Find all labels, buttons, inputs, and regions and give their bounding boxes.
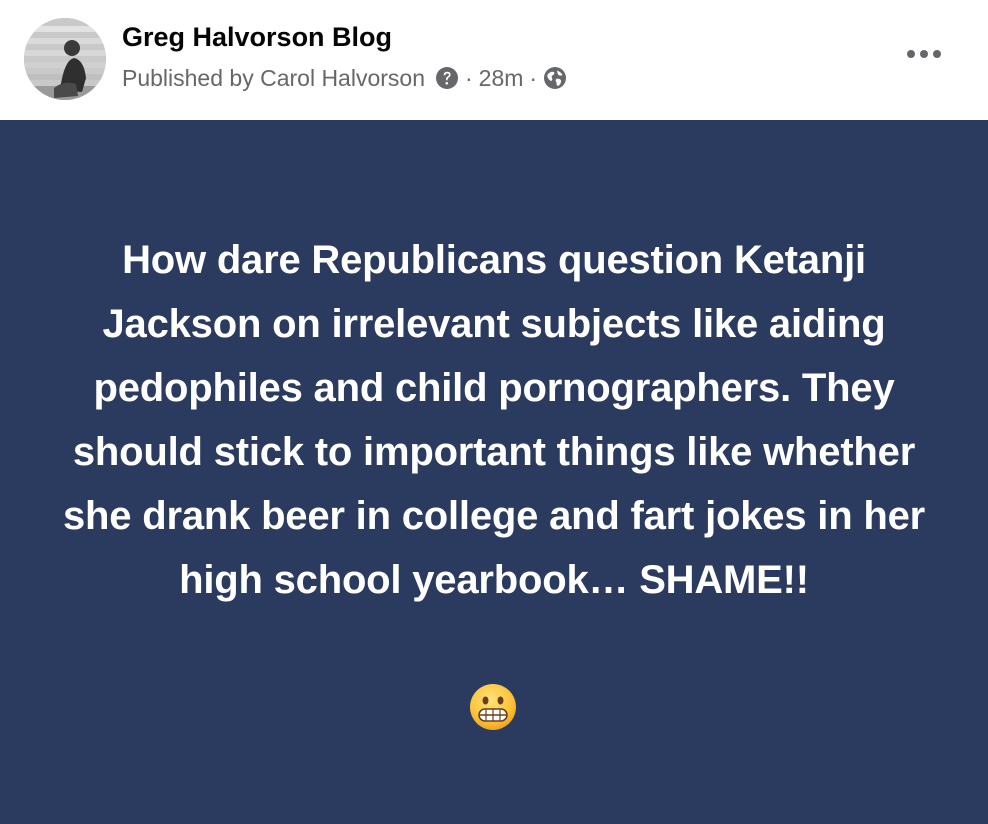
more-options-button[interactable]: [898, 36, 950, 72]
post-meta: Published by Carol Halvorson · 28m ·: [122, 62, 567, 94]
post-header: Greg Halvorson Blog Published by Carol H…: [0, 0, 988, 120]
more-horizontal-icon: [920, 50, 928, 58]
post-text-card: How dare Republicans question Ketanji Ja…: [0, 120, 988, 824]
timestamp[interactable]: 28m: [479, 65, 524, 92]
meta-separator: ·: [529, 64, 538, 91]
more-horizontal-icon: [933, 50, 941, 58]
facebook-post: Greg Halvorson Blog Published by Carol H…: [0, 0, 988, 824]
page-name[interactable]: Greg Halvorson Blog: [122, 22, 392, 53]
question-circle-icon[interactable]: [435, 66, 459, 90]
page-avatar[interactable]: [24, 18, 106, 100]
grimacing-face-emoji: [468, 682, 518, 732]
post-body-text: How dare Republicans question Ketanji Ja…: [63, 238, 925, 602]
avatar-photo: [24, 18, 106, 100]
meta-separator: ·: [465, 64, 473, 91]
published-by[interactable]: Published by Carol Halvorson: [122, 65, 425, 92]
more-horizontal-icon: [907, 50, 915, 58]
globe-icon[interactable]: [543, 66, 567, 90]
